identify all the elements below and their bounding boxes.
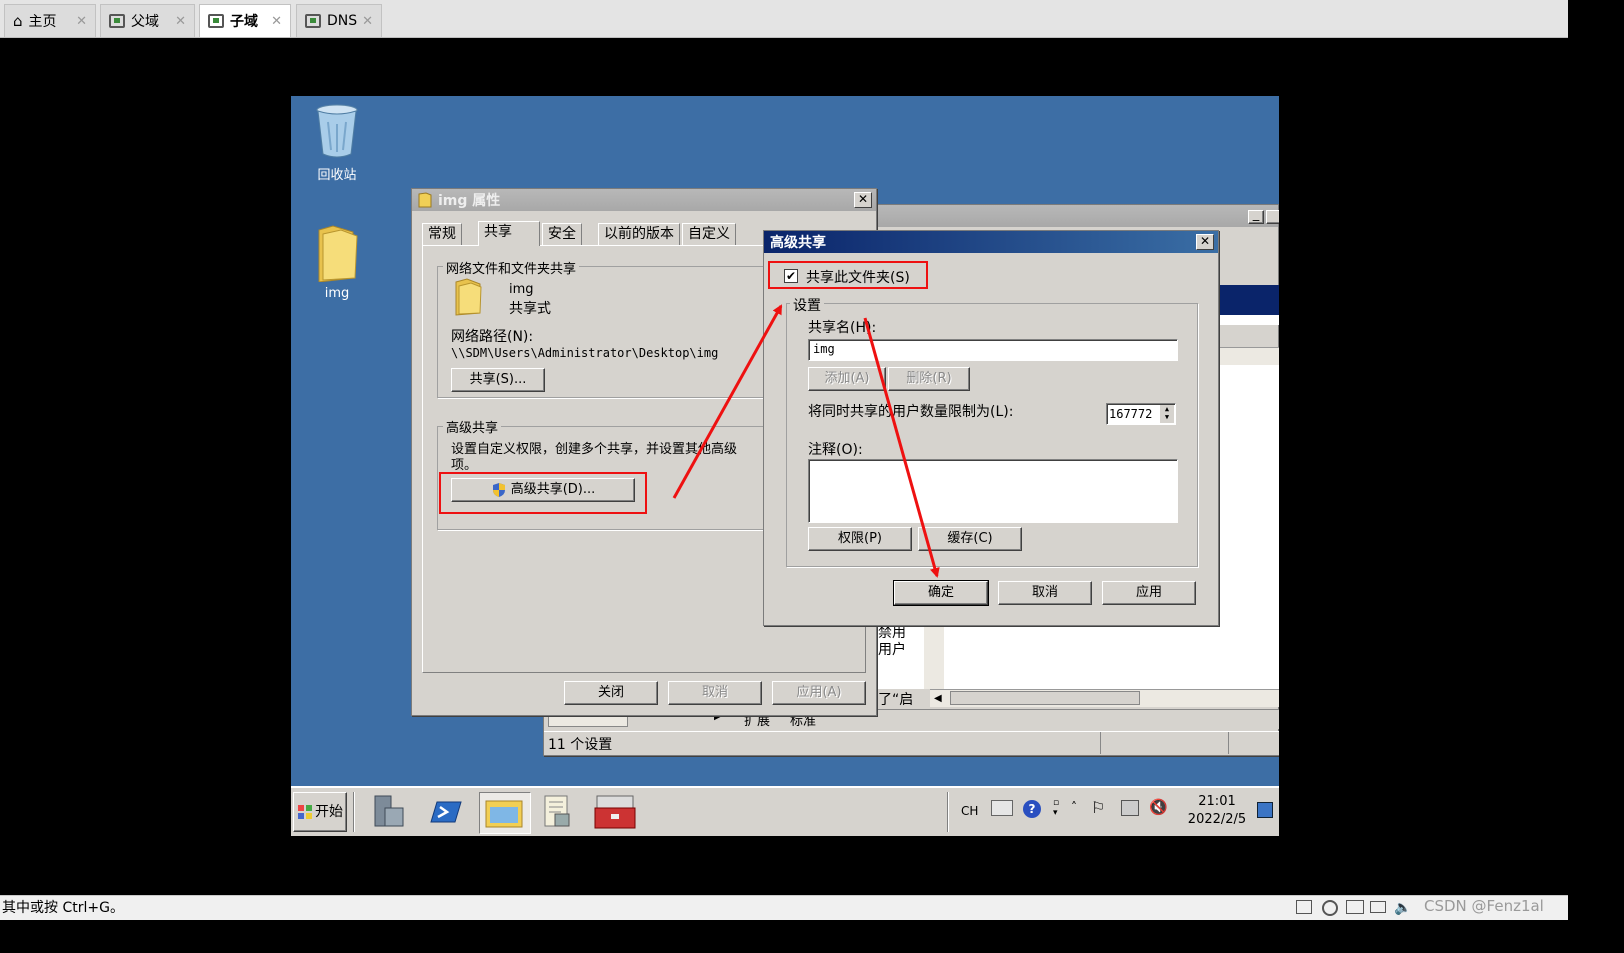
arrow-to-ok-button bbox=[863, 317, 940, 578]
vm-icon bbox=[305, 14, 321, 28]
hard-disk-icon[interactable] bbox=[1296, 900, 1312, 914]
tab-dns[interactable]: DNS ✕ bbox=[296, 4, 382, 37]
watermark: CSDN @Fenz1al bbox=[1424, 897, 1544, 915]
close-icon[interactable]: ✕ bbox=[175, 14, 186, 29]
tab-label: DNS bbox=[327, 13, 358, 29]
arrow-to-checkbox bbox=[672, 304, 783, 499]
close-icon[interactable]: ✕ bbox=[271, 14, 282, 29]
close-icon[interactable]: ✕ bbox=[362, 14, 373, 29]
tab-label: 父域 bbox=[131, 14, 159, 30]
tab-home[interactable]: ⌂ 主页 ✕ bbox=[4, 4, 96, 37]
network-adapter-icon[interactable] bbox=[1346, 900, 1364, 914]
cd-drive-icon[interactable] bbox=[1322, 900, 1338, 916]
printer-icon[interactable] bbox=[1370, 901, 1386, 913]
vm-icon bbox=[109, 14, 125, 28]
annotation-arrows bbox=[672, 304, 940, 578]
close-icon[interactable]: ✕ bbox=[76, 14, 87, 29]
home-icon: ⌂ bbox=[13, 12, 23, 30]
tab-child-domain[interactable]: 子域 ✕ bbox=[199, 4, 291, 37]
vm-tab-bar: ⌂ 主页 ✕ 父域 ✕ 子域 ✕ DNS ✕ bbox=[0, 0, 1568, 38]
sound-icon[interactable]: 🔈 bbox=[1394, 896, 1411, 920]
host-status-bar: 其中或按 Ctrl+G。 🔈 CSDN @Fenz1al bbox=[0, 895, 1568, 920]
status-hint: 其中或按 Ctrl+G。 bbox=[2, 900, 124, 916]
tab-label: 子域 bbox=[230, 14, 258, 30]
tab-label: 主页 bbox=[28, 14, 57, 30]
tab-parent-domain[interactable]: 父域 ✕ bbox=[100, 4, 195, 37]
vm-icon bbox=[208, 14, 224, 28]
guest-desktop: 回收站 img _ 禁用 用户 了“启 ◀ ▶ 扩展 标准 11 个设置 img… bbox=[291, 96, 1279, 836]
